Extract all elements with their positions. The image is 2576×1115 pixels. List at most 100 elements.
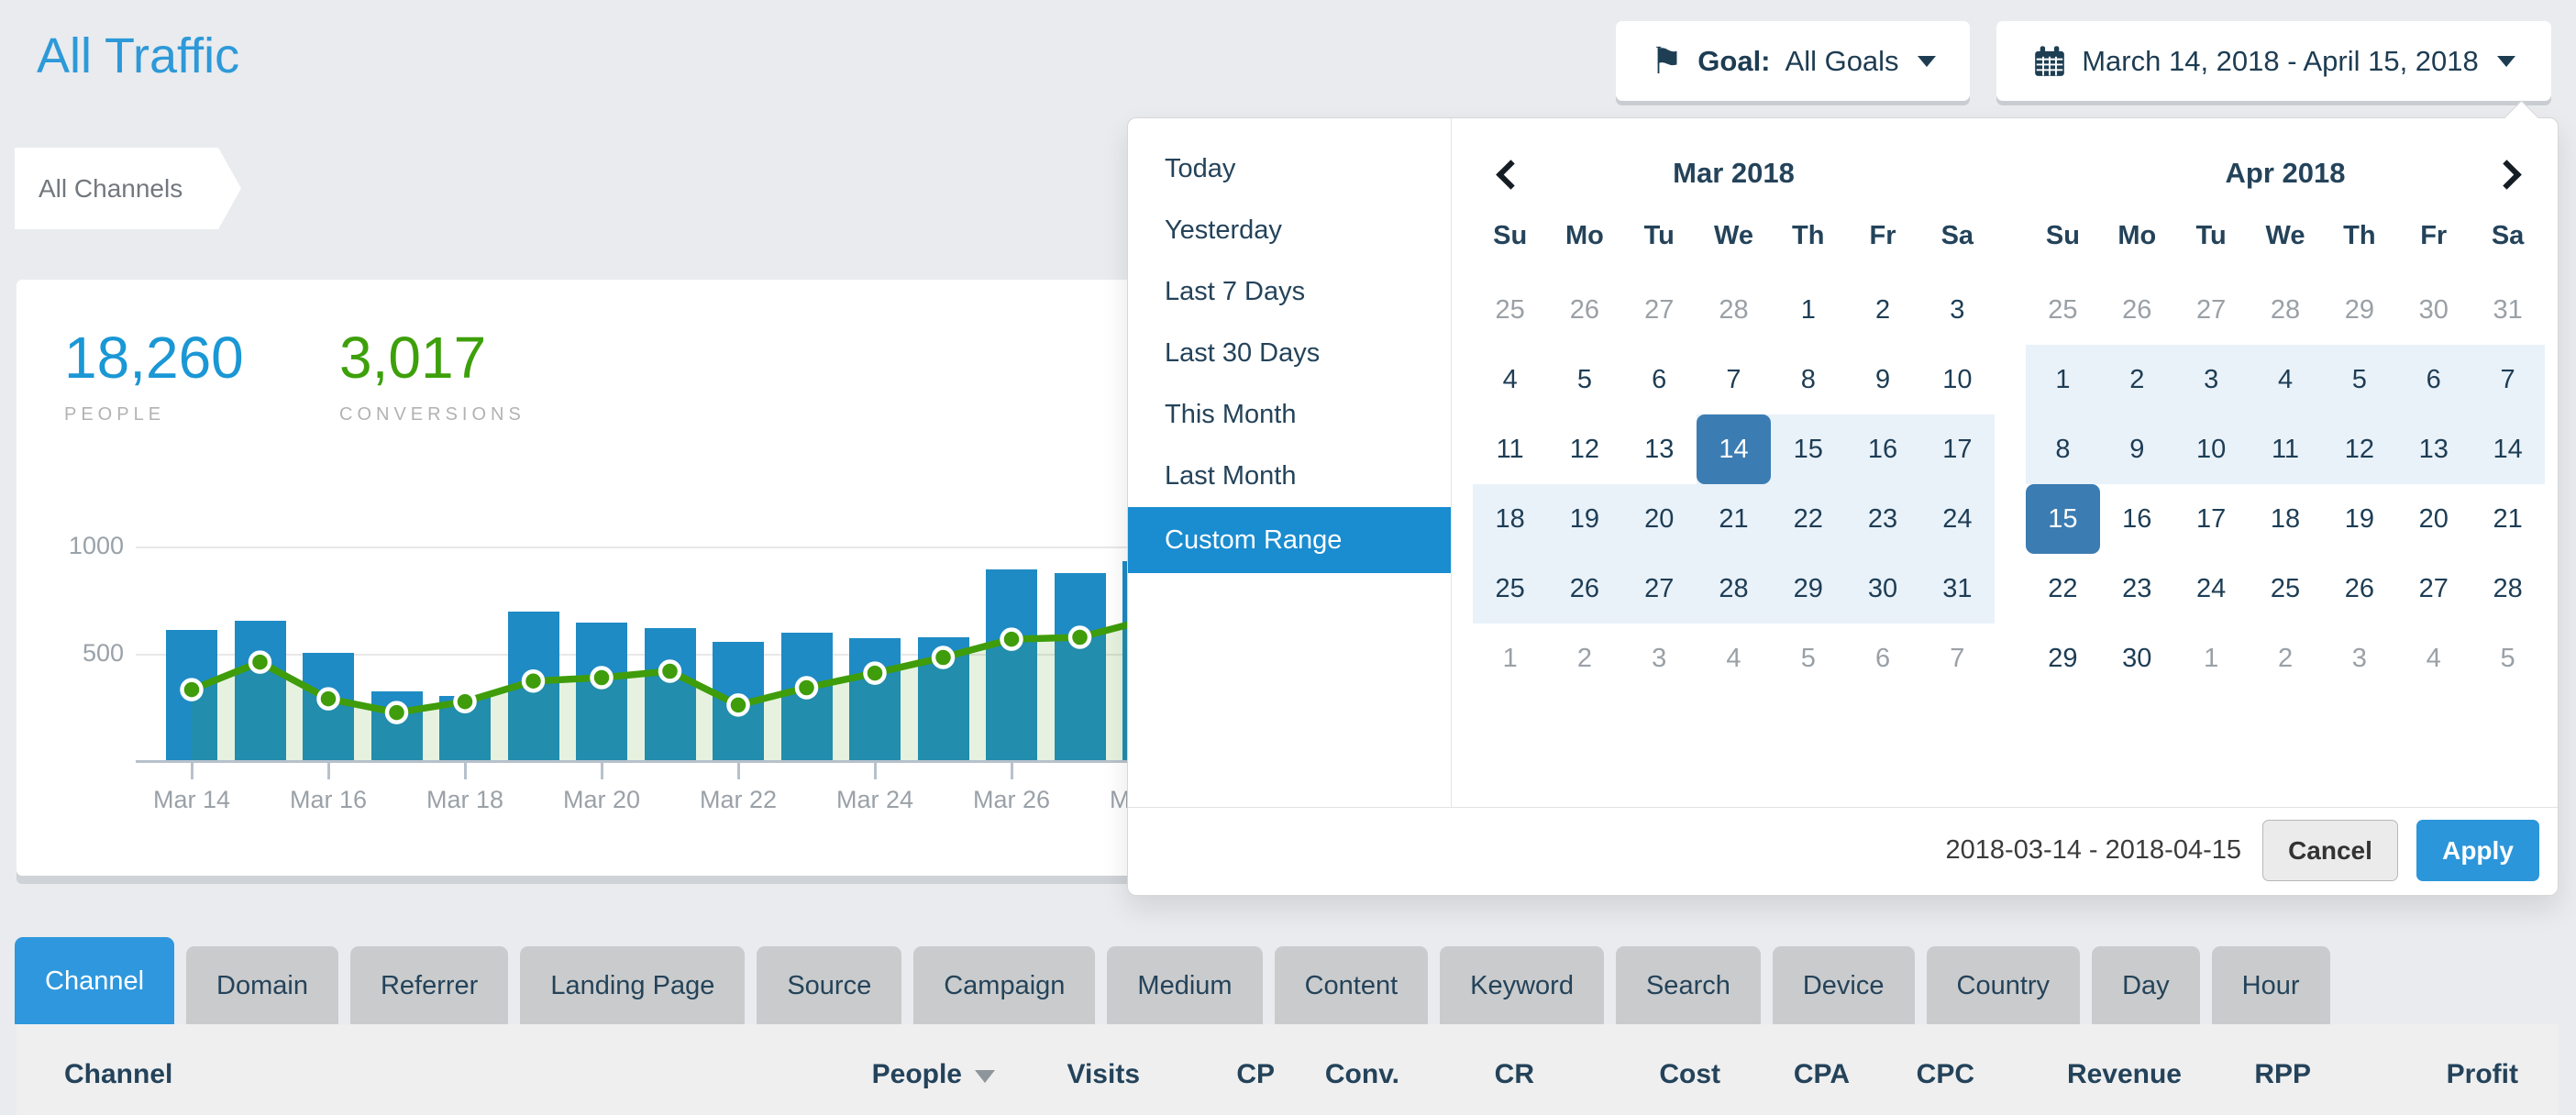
calendar-day[interactable]: 14	[1697, 414, 1771, 484]
tab-campaign[interactable]: Campaign	[913, 946, 1095, 1024]
calendar-day[interactable]: 1	[1771, 275, 1845, 345]
calendar-day[interactable]: 27	[1622, 275, 1697, 345]
calendar-day[interactable]: 23	[2100, 554, 2174, 624]
tab-day[interactable]: Day	[2092, 946, 2200, 1024]
calendar-day[interactable]: 23	[1845, 484, 1919, 554]
calendar-day[interactable]: 26	[1547, 554, 1621, 624]
calendar-day[interactable]: 17	[1920, 414, 1995, 484]
calendar-day[interactable]: 26	[1547, 275, 1621, 345]
calendar-day[interactable]: 7	[1920, 624, 1995, 693]
preset-item-last-month[interactable]: Last Month	[1128, 446, 1451, 507]
calendar-day[interactable]: 6	[2396, 345, 2471, 414]
tab-landing-page[interactable]: Landing Page	[520, 946, 745, 1024]
calendar-day[interactable]: 7	[2471, 345, 2545, 414]
tab-content[interactable]: Content	[1275, 946, 1429, 1024]
calendar-day[interactable]: 2	[2249, 624, 2323, 693]
calendar-day[interactable]: 7	[1697, 345, 1771, 414]
column-header-channel[interactable]: Channel	[64, 1059, 172, 1090]
tab-channel[interactable]: Channel	[15, 937, 174, 1024]
calendar-day[interactable]: 25	[1473, 554, 1547, 624]
calendar-day[interactable]: 4	[2249, 345, 2323, 414]
calendar-day[interactable]: 29	[2322, 275, 2396, 345]
preset-item-last-30-days[interactable]: Last 30 Days	[1128, 323, 1451, 384]
calendar-day[interactable]: 20	[2396, 484, 2471, 554]
breadcrumb[interactable]: All Channels	[15, 148, 241, 229]
calendar-day[interactable]: 6	[1622, 345, 1697, 414]
calendar-day[interactable]: 19	[2322, 484, 2396, 554]
calendar-day[interactable]: 15	[2026, 484, 2100, 554]
calendar-day[interactable]: 2	[1845, 275, 1919, 345]
calendar-day[interactable]: 28	[2249, 275, 2323, 345]
calendar-day[interactable]: 5	[1547, 345, 1621, 414]
calendar-day[interactable]: 13	[2396, 414, 2471, 484]
column-header-revenue[interactable]: Revenue	[2067, 1059, 2182, 1090]
column-header-conv[interactable]: Conv.	[1325, 1059, 1399, 1090]
calendar-day[interactable]: 27	[2396, 554, 2471, 624]
calendar-day[interactable]: 8	[2026, 414, 2100, 484]
calendar-day[interactable]: 30	[2396, 275, 2471, 345]
calendar-day[interactable]: 28	[1697, 275, 1771, 345]
tab-device[interactable]: Device	[1773, 946, 1915, 1024]
calendar-day[interactable]: 5	[2471, 624, 2545, 693]
calendar-day[interactable]: 11	[2249, 414, 2323, 484]
column-header-cost[interactable]: Cost	[1659, 1059, 1720, 1090]
calendar-day[interactable]: 1	[1473, 624, 1547, 693]
goal-dropdown-button[interactable]: ⚑ Goal: All Goals	[1616, 21, 1970, 101]
calendar-day[interactable]: 22	[2026, 554, 2100, 624]
calendar-day[interactable]: 27	[2174, 275, 2249, 345]
calendar-day[interactable]: 9	[2100, 414, 2174, 484]
tab-medium[interactable]: Medium	[1107, 946, 1262, 1024]
preset-item-custom-range[interactable]: Custom Range	[1128, 507, 1451, 573]
column-header-cpc[interactable]: CPC	[1917, 1059, 1974, 1090]
calendar-day[interactable]: 3	[2174, 345, 2249, 414]
calendar-day[interactable]: 30	[2100, 624, 2174, 693]
calendar-day[interactable]: 1	[2026, 345, 2100, 414]
column-header-visits[interactable]: Visits	[1067, 1059, 1141, 1090]
tab-referrer[interactable]: Referrer	[350, 946, 508, 1024]
tab-hour[interactable]: Hour	[2212, 946, 2330, 1024]
preset-item-this-month[interactable]: This Month	[1128, 384, 1451, 446]
apply-button[interactable]: Apply	[2416, 820, 2539, 881]
calendar-day[interactable]: 18	[2249, 484, 2323, 554]
calendar-day[interactable]: 30	[1845, 554, 1919, 624]
calendar-day[interactable]: 8	[1771, 345, 1845, 414]
calendar-day[interactable]: 26	[2100, 275, 2174, 345]
calendar-day[interactable]: 25	[2249, 554, 2323, 624]
calendar-day[interactable]: 15	[1771, 414, 1845, 484]
preset-item-last-7-days[interactable]: Last 7 Days	[1128, 261, 1451, 323]
tab-search[interactable]: Search	[1616, 946, 1761, 1024]
calendar-day[interactable]: 5	[2322, 345, 2396, 414]
tab-source[interactable]: Source	[757, 946, 901, 1024]
tab-domain[interactable]: Domain	[186, 946, 338, 1024]
calendar-day[interactable]: 28	[1697, 554, 1771, 624]
calendar-day[interactable]: 20	[1622, 484, 1697, 554]
calendar-day[interactable]: 4	[1473, 345, 1547, 414]
calendar-day[interactable]: 12	[2322, 414, 2396, 484]
calendar-day[interactable]: 9	[1845, 345, 1919, 414]
cancel-button[interactable]: Cancel	[2262, 820, 2398, 881]
calendar-day[interactable]: 3	[2322, 624, 2396, 693]
calendar-day[interactable]: 10	[2174, 414, 2249, 484]
calendar-day[interactable]: 10	[1920, 345, 1995, 414]
tab-keyword[interactable]: Keyword	[1440, 946, 1604, 1024]
column-header-rpp[interactable]: RPP	[2254, 1059, 2311, 1090]
calendar-day[interactable]: 17	[2174, 484, 2249, 554]
calendar-day[interactable]: 27	[1622, 554, 1697, 624]
calendar-day[interactable]: 29	[2026, 624, 2100, 693]
calendar-day[interactable]: 29	[1771, 554, 1845, 624]
tab-country[interactable]: Country	[1927, 946, 2081, 1024]
calendar-day[interactable]: 24	[2174, 554, 2249, 624]
calendar-day[interactable]: 3	[1622, 624, 1697, 693]
calendar-day[interactable]: 14	[2471, 414, 2545, 484]
calendar-day[interactable]: 22	[1771, 484, 1845, 554]
calendar-day[interactable]: 28	[2471, 554, 2545, 624]
calendar-day[interactable]: 5	[1771, 624, 1845, 693]
calendar-day[interactable]: 2	[2100, 345, 2174, 414]
column-header-cpa[interactable]: CPA	[1794, 1059, 1850, 1090]
calendar-day[interactable]: 13	[1622, 414, 1697, 484]
preset-item-yesterday[interactable]: Yesterday	[1128, 200, 1451, 261]
calendar-day[interactable]: 21	[1697, 484, 1771, 554]
column-header-cr[interactable]: CR	[1495, 1059, 1534, 1090]
column-header-profit[interactable]: Profit	[2447, 1059, 2518, 1090]
calendar-day[interactable]: 19	[1547, 484, 1621, 554]
